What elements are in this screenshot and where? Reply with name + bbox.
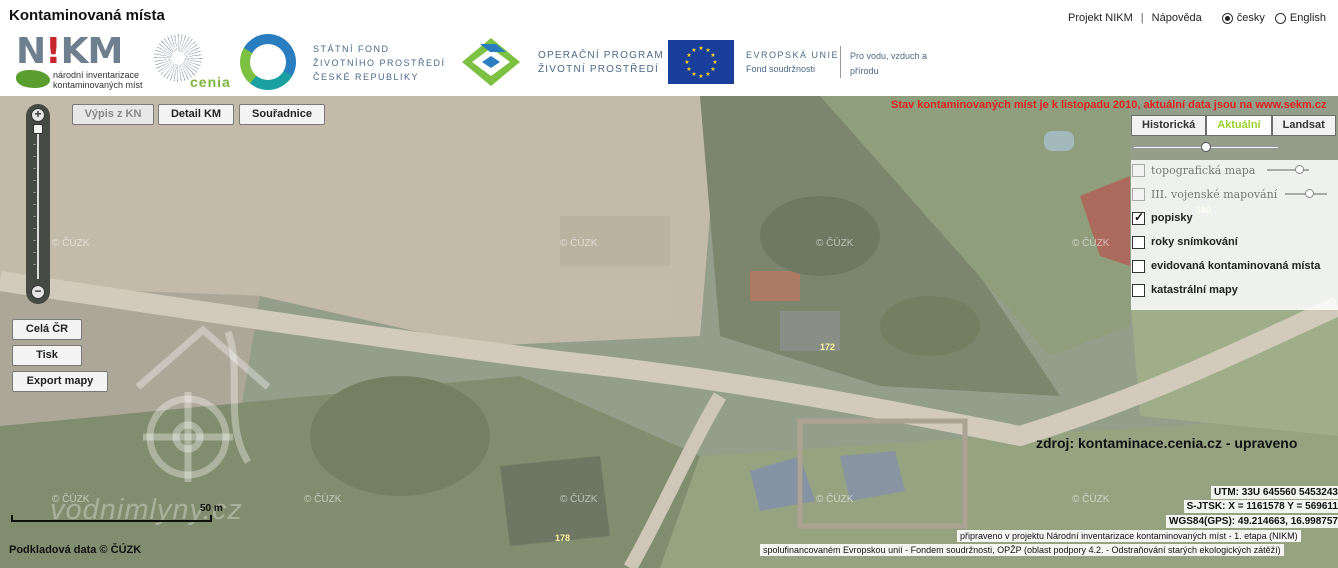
top-links: Projekt NIKM | Nápověda česky English (1068, 12, 1326, 24)
layer-row-labels: popisky (1131, 209, 1193, 227)
layer-checkbox[interactable] (1132, 210, 1145, 225)
house-number-label: 172 (820, 342, 836, 352)
eu-motto: Pro vodu, vzduch a přírodu (850, 51, 928, 76)
zoom-slider-handle[interactable] (33, 124, 43, 134)
base-data-credit: Podkladová data © ČÚZK (9, 544, 142, 556)
print-button[interactable]: Tisk (12, 345, 82, 366)
language-label-czech[interactable]: česky (1237, 12, 1265, 24)
project-credits: připraveno v projektu Národní inventariz… (957, 530, 1301, 542)
layer-label: evidovaná kontaminovaná místa (1151, 260, 1321, 272)
copyright-mark: © ČÚZK (1072, 494, 1110, 505)
layer-row-contaminated-sites: evidovaná kontaminovaná místa (1131, 257, 1320, 275)
sfzp-logo-icon (240, 34, 296, 90)
whole-country-button[interactable]: Celá ČR (12, 319, 82, 340)
copyright-mark: © ČÚZK (52, 238, 90, 249)
language-radio-english[interactable] (1274, 12, 1286, 24)
copyright-mark: © ČÚZK (560, 238, 598, 249)
nikm-subtitle: národní inventarizace kontaminovaných mí… (53, 70, 143, 90)
copyright-mark: © ČÚZK (1072, 238, 1110, 249)
czech-map-icon (16, 70, 50, 88)
layer-checkbox[interactable] (1132, 163, 1145, 177)
layer-row-photo-years: roky snímkování (1131, 233, 1238, 251)
layer-checkbox[interactable] (1132, 259, 1145, 273)
svg-text:★: ★ (698, 45, 703, 52)
tab-landsat[interactable]: Landsat (1271, 115, 1336, 136)
svg-text:★: ★ (698, 73, 703, 80)
help-link[interactable]: Nápověda (1152, 12, 1202, 24)
layer-slider-handle[interactable] (1295, 165, 1305, 174)
data-notice: Stav kontaminovaných míst je k listopadu… (891, 99, 1327, 111)
copyright-mark: © ČÚZK (816, 238, 854, 249)
app-window: Kontaminovaná místa Projekt NIKM | Nápov… (0, 0, 1338, 568)
tab-historical[interactable]: Historická (1131, 115, 1207, 136)
layer-checkbox[interactable] (1132, 283, 1145, 297)
language-label-english[interactable]: English (1290, 12, 1326, 24)
eu-flag-icon: ★ ★★★ ★★★★ ★★★★ (668, 40, 734, 84)
layer-opacity-slider[interactable] (1285, 189, 1328, 198)
layer-row-topographic: topografická mapa (1131, 161, 1310, 179)
funding-credits: spolufinancovaném Evropskou unií - Fonde… (760, 544, 1284, 556)
svg-text:★: ★ (712, 59, 717, 66)
project-link[interactable]: Projekt NIKM (1068, 12, 1133, 24)
svg-text:★: ★ (691, 47, 696, 54)
layer-label: katastrální mapy (1151, 284, 1238, 296)
copyright-mark: © ČÚZK (816, 494, 854, 505)
layer-label: III. vojenské mapování (1151, 187, 1278, 201)
utm-coordinates: UTM: 33U 645560 5453243 (1211, 486, 1338, 499)
house-number-label: 178 (555, 533, 571, 543)
layer-row-cadastral-maps: katastrální mapy (1131, 281, 1238, 299)
tab-current[interactable]: Aktuální (1206, 115, 1272, 136)
opzp-logo-text: OPERAČNÍ PROGRAM ŽIVOTNÍ PROSTŘEDÍ (538, 50, 664, 75)
cadastre-listing-button[interactable]: Výpis z KN (72, 104, 154, 125)
scale-bar (11, 515, 212, 522)
link-separator: | (1140, 12, 1144, 24)
zoom-out-button[interactable]: − (31, 285, 45, 299)
scale-label: 50 m (200, 503, 223, 514)
watermark-logo (135, 325, 271, 482)
zoom-in-button[interactable]: + (31, 108, 45, 122)
export-map-button[interactable]: Export mapy (12, 371, 108, 392)
svg-text:★: ★ (710, 66, 715, 73)
eu-logo-text: EVROPSKÁ UNIE Fond soudržnosti (746, 50, 840, 74)
opzp-logo-icon (462, 38, 520, 86)
svg-text:★: ★ (684, 59, 689, 66)
title-bar: Kontaminovaná místa Projekt NIKM | Nápov… (0, 0, 1338, 30)
layer-label: roky snímkování (1151, 236, 1238, 248)
logo-banner: N!KM národní inventarizace kontaminovaný… (8, 30, 1338, 96)
sjtsk-coordinates: S-JTSK: X = 1161578 Y = 569611 (1183, 500, 1338, 513)
logo-divider (840, 46, 841, 78)
coordinates-button[interactable]: Souřadnice (239, 104, 325, 125)
language-radio-czech[interactable] (1221, 12, 1233, 24)
site-detail-button[interactable]: Detail KM (158, 104, 234, 125)
layer-row-military-mapping: III. vojenské mapování (1131, 185, 1328, 203)
nikm-logo: N!KM národní inventarizace kontaminovaný… (16, 34, 156, 92)
sfzp-logo-text: STÁTNÍ FOND ŽIVOTNÍHO PROSTŘEDÍ ČESKÉ RE… (313, 44, 446, 82)
map-view[interactable]: © ČÚZK © ČÚZK © ČÚZK © ČÚZK © ČÚZK © ČÚZ… (0, 96, 1338, 568)
layer-panel: topografická mapa III. vojenské mapování… (1131, 160, 1338, 310)
layer-checkbox[interactable] (1132, 187, 1145, 201)
layer-label: topografická mapa (1151, 163, 1256, 177)
wgs84-coordinates: WGS84(GPS): 49.214663, 16.998757 (1166, 515, 1338, 528)
page-title: Kontaminovaná místa (9, 7, 165, 24)
zoom-track[interactable] (37, 129, 39, 279)
opacity-slider-handle[interactable] (1201, 142, 1211, 152)
zoom-control: + − (26, 104, 50, 304)
svg-text:★: ★ (691, 71, 696, 78)
layer-opacity-slider[interactable] (1267, 165, 1310, 174)
layer-opacity-slider[interactable] (1133, 142, 1279, 152)
svg-text:★: ★ (686, 66, 691, 73)
cenia-logo-text: cenia (190, 74, 231, 90)
layer-label: popisky (1151, 212, 1193, 224)
layer-slider-handle[interactable] (1305, 189, 1315, 198)
svg-text:★: ★ (705, 71, 710, 78)
layer-checkbox[interactable] (1132, 235, 1145, 249)
source-note: zdroj: kontaminace.cenia.cz - upraveno (1036, 435, 1298, 451)
copyright-mark: © ČÚZK (304, 494, 342, 505)
svg-text:★: ★ (710, 52, 715, 59)
copyright-mark: © ČÚZK (560, 494, 598, 505)
base-layer-tabs: Historická Aktuální Landsat (1131, 115, 1336, 136)
